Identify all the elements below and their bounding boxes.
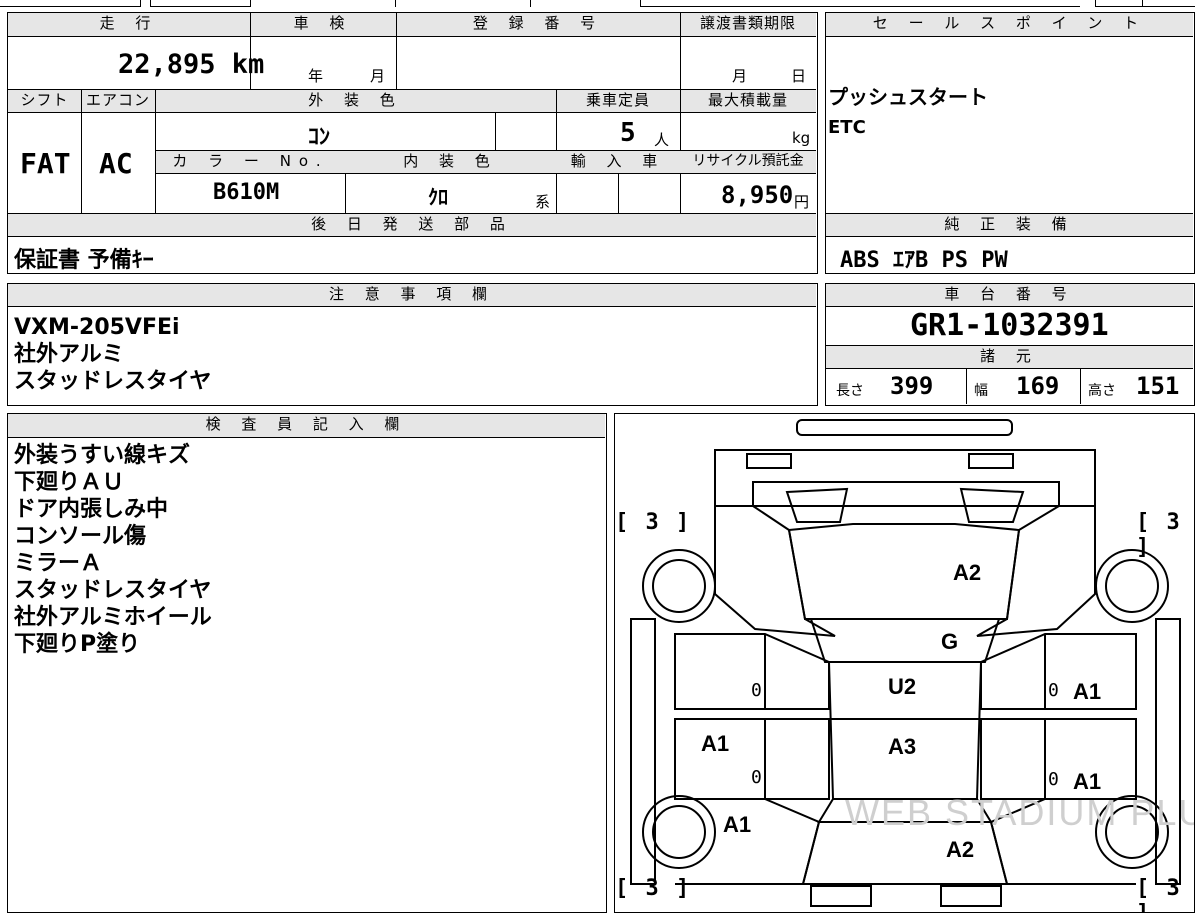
inspector-line: 社外アルミホイール — [14, 605, 212, 630]
color-no-value: B610M — [213, 180, 280, 205]
genuine-equipment-label: 純 正 装 備 — [826, 214, 1193, 236]
notes-lines: VXM-205VFEi 社外アルミ スタッドレスタイヤ — [14, 314, 211, 395]
max-load-label: 最大積載量 — [680, 90, 816, 112]
sales-points-label: セ ー ル ス ポ イ ン ト — [826, 13, 1193, 36]
inspector-line: 下廻りP塗り — [14, 632, 141, 657]
chassis-value: GR1-1032391 — [910, 308, 1109, 343]
shaken-year-unit: 年 — [308, 67, 324, 85]
shaken-month-unit: 月 — [370, 67, 386, 85]
capacity-unit: 人 — [654, 131, 670, 149]
ac-label: エアコン — [81, 90, 155, 112]
damage-right-front-door-zero: 0 — [1048, 680, 1059, 701]
interior-color-value: ｸﾛ — [428, 185, 448, 209]
registration-label: 登 録 番 号 — [396, 13, 680, 36]
inspector-line: ミラーＡ — [14, 551, 103, 576]
exterior-color-label: 外 装 色 — [155, 90, 556, 112]
tire-grade-front-right: [ 3 ] — [1136, 510, 1182, 560]
recycle-unit: 円 — [794, 193, 810, 211]
mileage-value: 22,895 km — [118, 49, 265, 80]
damage-windshield: G — [941, 629, 959, 654]
capacity-value: 5 — [620, 118, 636, 148]
tire-grade-rear-right: [ 3 ] — [1136, 876, 1182, 912]
later-parts-value: 保証書 予備ｷｰ — [14, 248, 154, 273]
interior-color-suffix: 系 — [535, 193, 551, 211]
mileage-label: 走 行 — [8, 13, 250, 36]
damage-right-rear-door-zero: 0 — [1048, 769, 1059, 790]
transfer-deadline-label: 譲渡書類期限 — [680, 13, 816, 36]
car-outline — [630, 419, 1181, 907]
color-no-label: カ ラ ー No. — [156, 151, 345, 173]
notes-line: VXM-205VFEi — [14, 315, 180, 340]
top-stub — [0, 0, 1200, 8]
damage-right-front-door: A1 — [1073, 679, 1102, 704]
later-parts-label: 後 日 発 送 部 品 — [8, 214, 816, 236]
damage-hood: A2 — [953, 560, 982, 585]
exterior-color-value: ｺﾝ — [308, 125, 331, 150]
shaken-label: 車 検 — [250, 13, 396, 36]
recycle-label: リサイクル預託金 — [680, 151, 816, 173]
deadline-day-unit: 日 — [791, 67, 807, 85]
inspector-label: 検 査 員 記 入 欄 — [8, 414, 605, 437]
inspector-box: 検 査 員 記 入 欄 外装うすい線キズ 下廻りＡＵ ドア内張しみ中 コンソール… — [7, 413, 607, 913]
sales-point-line: プッシュスタート — [828, 85, 988, 109]
capacity-label: 乗車定員 — [556, 90, 680, 112]
length-label: 長さ — [836, 383, 864, 399]
damage-left-front-door: 0 — [751, 680, 762, 701]
height-label: 高さ — [1088, 383, 1116, 399]
interior-color-label: 内 装 色 — [345, 151, 556, 173]
max-load-unit: kg — [792, 129, 811, 147]
tire-grade-rear-left: [ 3 ] — [615, 876, 692, 901]
notes-line: 社外アルミ — [14, 342, 124, 367]
chassis-box: 車 台 番 号 GR1-1032391 諸 元 長さ 399 幅 169 高さ … — [825, 283, 1195, 406]
damage-rear: A2 — [946, 837, 975, 862]
height-value: 151 — [1136, 372, 1180, 400]
inspector-line: 外装うすい線キズ — [14, 443, 191, 468]
shift-label: シフト — [8, 90, 81, 112]
ac-value: AC — [99, 147, 133, 180]
watermark: WEB STADIUM PLUS — [845, 792, 1195, 833]
inspector-line: スタッドレスタイヤ — [14, 578, 212, 603]
import-label: 輸 入 車 — [556, 151, 680, 173]
notes-box: 注 意 事 項 欄 VXM-205VFEi 社外アルミ スタッドレスタイヤ — [7, 283, 818, 406]
damage-roof-front: U2 — [888, 674, 917, 699]
damage-left-rear-door: 0 — [751, 767, 762, 788]
tire-grade-front-left: [ 3 ] — [615, 510, 692, 535]
inspector-line: ドア内張しみ中 — [14, 497, 169, 522]
genuine-equipment-value: ABS ｴｱB PS PW — [840, 248, 1008, 273]
vehicle-info-box: 走 行 車 検 登 録 番 号 譲渡書類期限 22,895 km 年 月 月 日… — [7, 12, 818, 274]
sales-point-line: ETC — [828, 117, 866, 138]
inspector-lines: 外装うすい線キズ 下廻りＡＵ ドア内張しみ中 コンソール傷 ミラーＡ スタッドレ… — [14, 442, 212, 658]
damage-left-rear-fender: A1 — [723, 812, 752, 837]
inspector-line: 下廻りＡＵ — [14, 470, 125, 495]
sales-points-box: セ ー ル ス ポ イ ン ト プッシュスタート ETC 純 正 装 備 ABS… — [825, 12, 1195, 274]
damage-left-rear-door-mark: A1 — [701, 731, 730, 756]
length-value: 399 — [890, 372, 934, 400]
damage-diagram: [ 3 ] [ 3 ] [ 3 ] [ 3 ] A2 G U2 A3 0 A1 … — [614, 413, 1195, 913]
notes-line: スタッドレスタイヤ — [14, 369, 212, 394]
width-label: 幅 — [974, 383, 988, 399]
notes-label: 注 意 事 項 欄 — [8, 284, 816, 306]
recycle-value: 8,950 — [721, 181, 794, 209]
deadline-month-unit: 月 — [732, 67, 748, 85]
width-value: 169 — [1016, 372, 1060, 400]
damage-roof-rear: A3 — [888, 734, 917, 759]
inspector-line: コンソール傷 — [14, 524, 147, 549]
chassis-label: 車 台 番 号 — [826, 284, 1193, 306]
specs-label: 諸 元 — [826, 346, 1193, 368]
shift-value: FAT — [20, 147, 71, 180]
